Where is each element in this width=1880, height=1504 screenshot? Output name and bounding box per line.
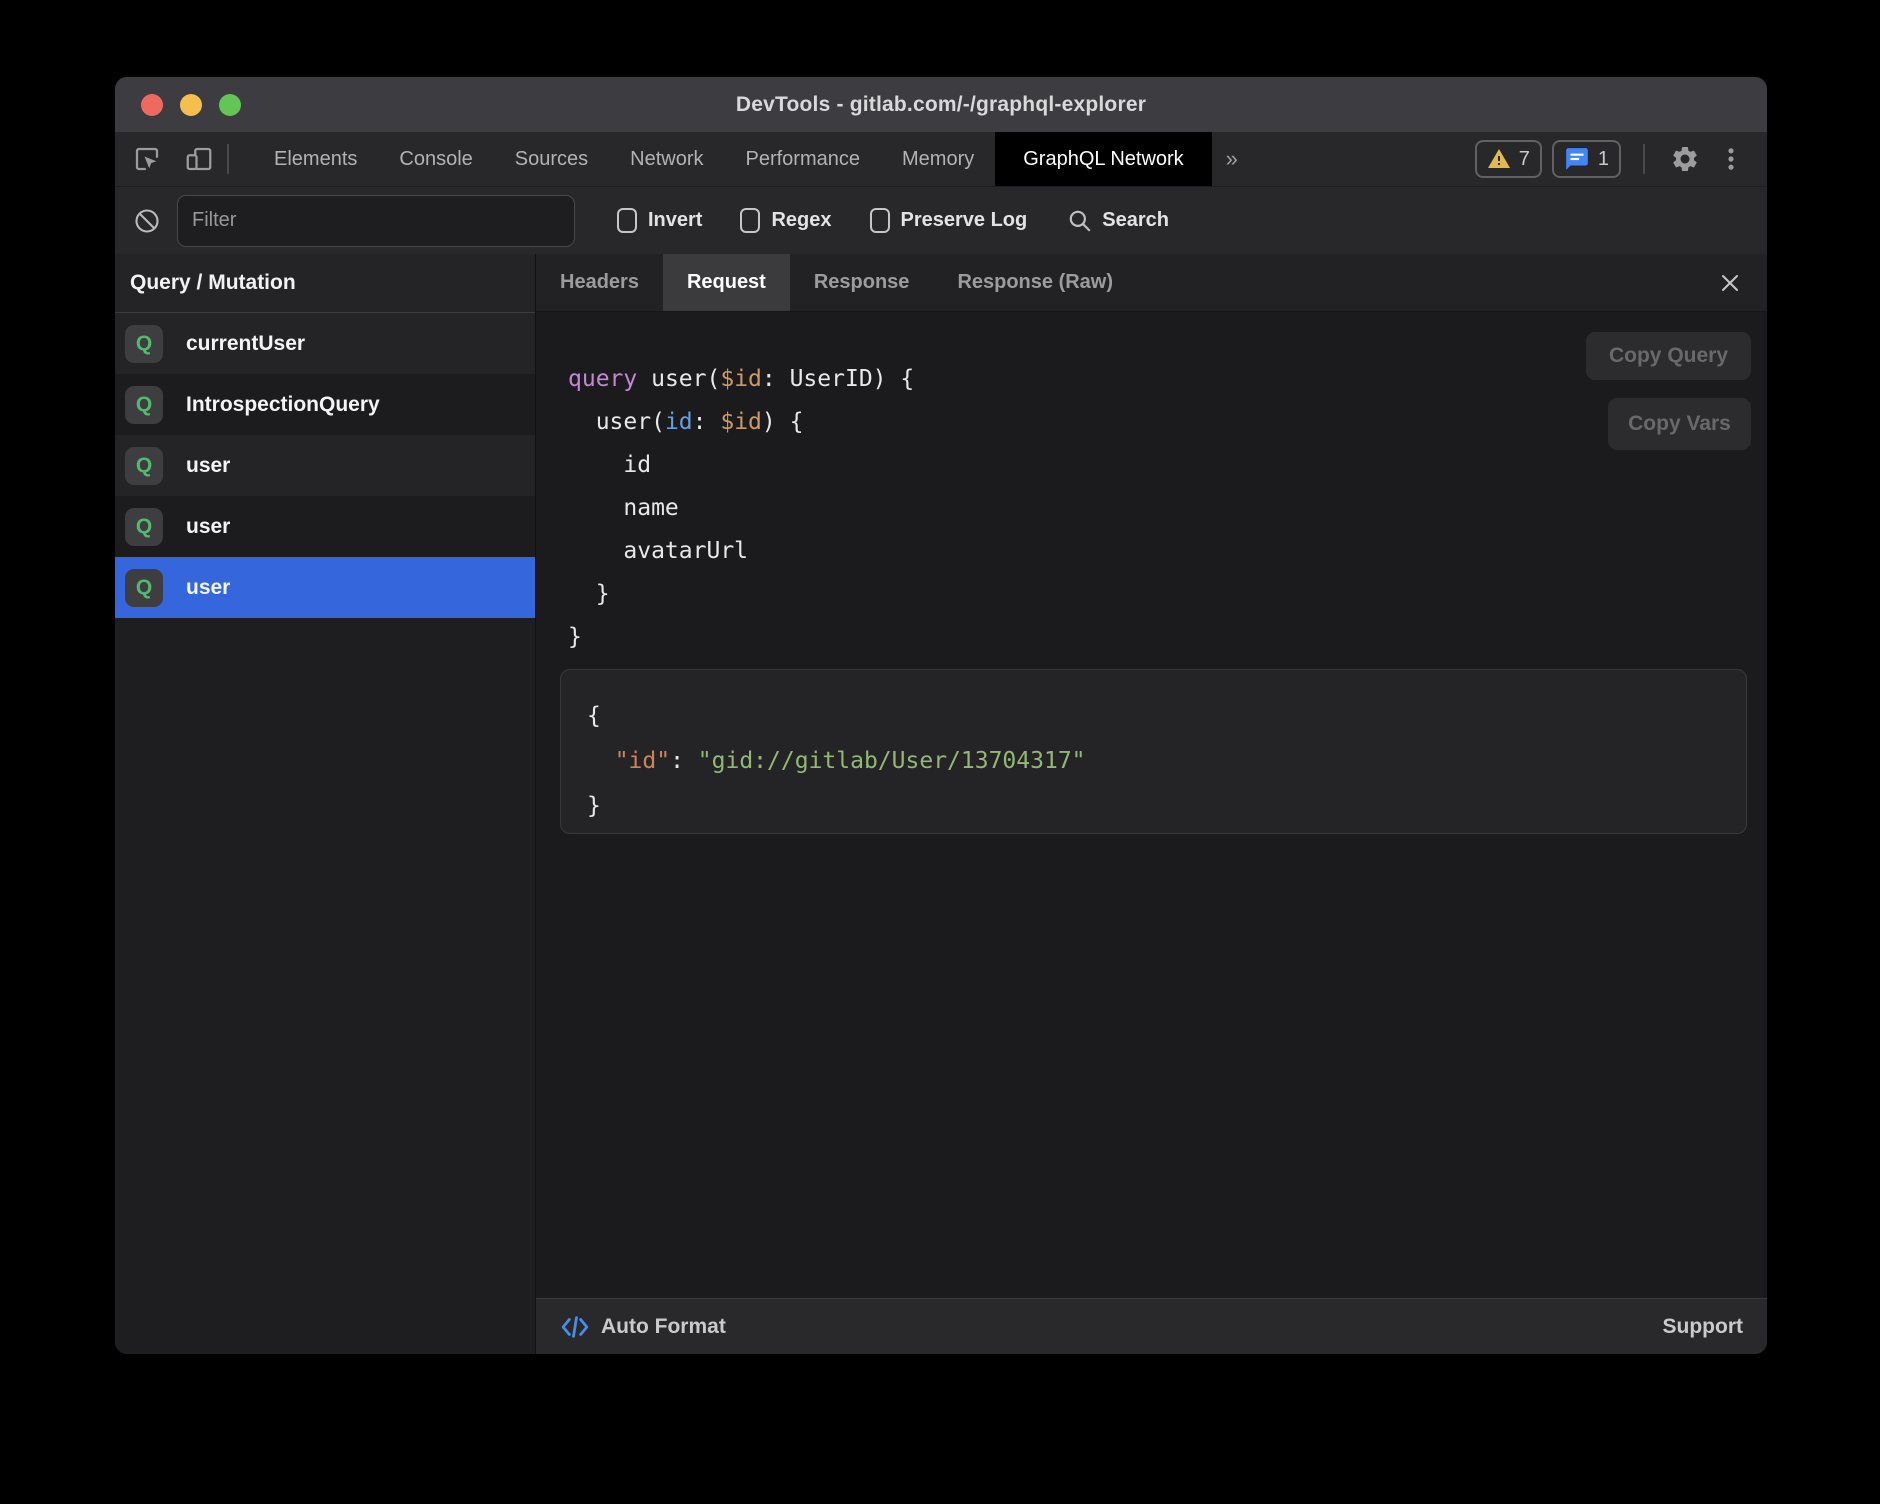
code-line: } (568, 573, 1767, 616)
regex-label: Regex (771, 209, 831, 232)
clear-filter-icon[interactable] (131, 205, 163, 237)
preserve-log-checkbox-control[interactable]: Preserve Log (870, 208, 1028, 233)
settings-gear-icon[interactable] (1667, 141, 1703, 177)
query-list: QcurrentUserQIntrospectionQueryQuserQuse… (115, 313, 535, 618)
minimize-window-button[interactable] (180, 94, 202, 116)
copy-query-button[interactable]: Copy Query (1586, 332, 1751, 380)
code-line: id (568, 444, 1767, 487)
query-name-label: IntrospectionQuery (186, 393, 380, 417)
request-view: query user($id: UserID) { user(id: $id) … (536, 312, 1767, 1298)
window-title: DevTools - gitlab.com/-/graphql-explorer (736, 93, 1146, 117)
variables-box: { "id": "gid://gitlab/User/13704317"} (560, 669, 1747, 834)
query-list-item[interactable]: Quser (115, 557, 535, 618)
warnings-badge[interactable]: 7 (1475, 140, 1542, 178)
invert-checkbox-control[interactable]: Invert (617, 208, 702, 233)
detail-panel: HeadersRequestResponseResponse (Raw) que… (535, 254, 1767, 1354)
window-titlebar: DevTools - gitlab.com/-/graphql-explorer (115, 77, 1767, 132)
warning-icon (1487, 147, 1511, 171)
query-type-badge: Q (125, 325, 163, 363)
query-list-header: Query / Mutation (115, 254, 535, 313)
badges-separator (1643, 144, 1645, 174)
code-brackets-icon (560, 1312, 590, 1342)
tab-graphql-network[interactable]: GraphQL Network (995, 132, 1211, 186)
close-window-button[interactable] (141, 94, 163, 116)
preserve-log-checkbox[interactable] (870, 208, 890, 233)
devtools-window: DevTools - gitlab.com/-/graphql-explorer… (115, 77, 1767, 1354)
query-name-label: user (186, 515, 230, 539)
devtools-toolbar: ElementsConsoleSourcesNetworkPerformance… (115, 132, 1767, 186)
filter-checkbox-group: Invert Regex Preserve Log (617, 208, 1027, 233)
chat-bubble-icon (1564, 146, 1590, 172)
code-line: "id": "gid://gitlab/User/13704317" (587, 739, 1746, 784)
inspect-element-icon[interactable] (131, 143, 163, 175)
detail-tab-request[interactable]: Request (663, 254, 790, 311)
code-line: name (568, 487, 1767, 530)
query-list-panel: Query / Mutation QcurrentUserQIntrospect… (115, 254, 535, 1354)
query-type-badge: Q (125, 447, 163, 485)
toolbar-left-icons (115, 132, 215, 186)
query-list-item[interactable]: Quser (115, 435, 535, 496)
detail-tab-strip: HeadersRequestResponseResponse (Raw) (536, 254, 1767, 312)
kebab-menu-icon[interactable] (1713, 141, 1749, 177)
traffic-lights (141, 77, 241, 132)
invert-checkbox[interactable] (617, 208, 637, 233)
code-line: } (568, 616, 1767, 659)
search-icon (1067, 208, 1093, 234)
zoom-window-button[interactable] (219, 94, 241, 116)
auto-format-label: Auto Format (601, 1315, 726, 1339)
tab-console[interactable]: Console (378, 132, 493, 186)
messages-badge[interactable]: 1 (1552, 140, 1621, 178)
devtools-tab-strip: ElementsConsoleSourcesNetworkPerformance… (253, 132, 1212, 186)
preserve-log-label: Preserve Log (901, 209, 1028, 232)
toolbar-right-cluster: 7 1 (1475, 132, 1767, 186)
code-line: avatarUrl (568, 530, 1767, 573)
detail-tab-response[interactable]: Response (790, 254, 934, 311)
query-list-item[interactable]: QcurrentUser (115, 313, 535, 374)
tab-elements[interactable]: Elements (253, 132, 378, 186)
detail-tab-headers[interactable]: Headers (536, 254, 663, 311)
filter-bar: Invert Regex Preserve Log Search (115, 186, 1767, 254)
tab-network[interactable]: Network (609, 132, 724, 186)
warning-count: 7 (1519, 148, 1530, 171)
code-line: { (587, 694, 1746, 739)
code-line: } (587, 784, 1746, 829)
toolbar-separator (227, 144, 229, 174)
tab-performance[interactable]: Performance (725, 132, 882, 186)
code-line: user(id: $id) { (568, 401, 1767, 444)
invert-label: Invert (648, 209, 702, 232)
more-tabs-chevron[interactable]: » (1212, 132, 1252, 186)
regex-checkbox[interactable] (740, 208, 760, 233)
query-list-item[interactable]: Q IntrospectionQuery (115, 374, 535, 435)
query-type-badge: Q (125, 508, 163, 546)
device-toolbar-icon[interactable] (183, 143, 215, 175)
query-name-label: currentUser (186, 332, 305, 356)
regex-checkbox-control[interactable]: Regex (740, 208, 831, 233)
detail-footer: Auto Format Support (536, 1298, 1767, 1354)
message-count: 1 (1598, 148, 1609, 171)
support-link[interactable]: Support (1663, 1315, 1743, 1339)
query-name-label: user (186, 576, 230, 600)
main-content: Query / Mutation QcurrentUserQIntrospect… (115, 254, 1767, 1354)
detail-tab-response-raw-[interactable]: Response (Raw) (933, 254, 1137, 311)
tab-sources[interactable]: Sources (494, 132, 609, 186)
search-button[interactable]: Search (1067, 208, 1169, 234)
query-list-item[interactable]: Quser (115, 496, 535, 557)
close-panel-icon[interactable] (1715, 268, 1745, 298)
query-name-label: user (186, 454, 230, 478)
auto-format-button[interactable]: Auto Format (560, 1312, 726, 1342)
search-label: Search (1102, 209, 1169, 232)
copy-vars-button[interactable]: Copy Vars (1608, 398, 1751, 450)
graphql-query-code: query user($id: UserID) { user(id: $id) … (536, 312, 1767, 659)
tab-memory[interactable]: Memory (881, 132, 995, 186)
query-type-badge: Q (125, 569, 163, 607)
filter-input[interactable] (177, 195, 575, 247)
query-type-badge: Q (125, 386, 163, 424)
